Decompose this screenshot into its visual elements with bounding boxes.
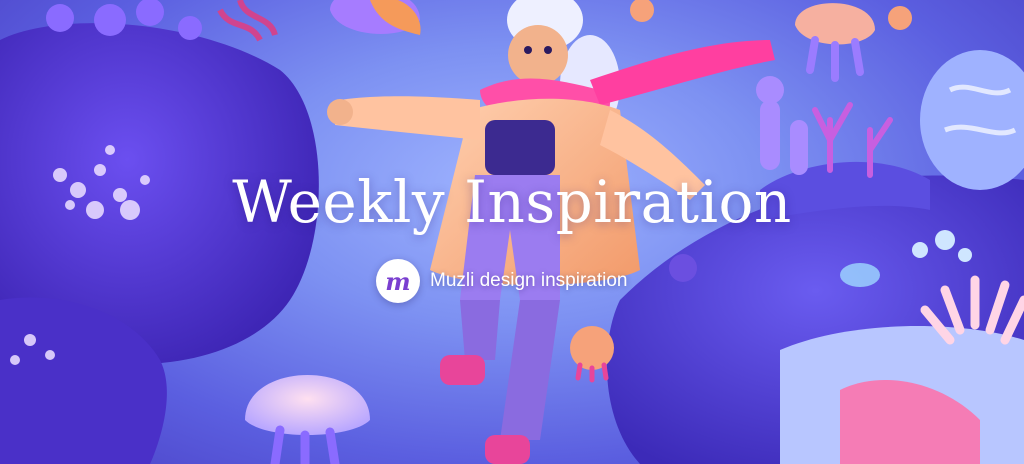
right-rocks <box>606 50 1024 464</box>
jellyfish-top <box>330 0 421 35</box>
bubble <box>669 254 697 282</box>
page-title: Weekly Inspiration <box>232 168 792 236</box>
brand-name: Muzli design inspiration <box>430 270 628 291</box>
muzli-logo-icon: m <box>376 259 420 303</box>
jellyfish-bottom-left <box>245 375 370 464</box>
hero-banner: Weekly Inspiration m Muzli design inspir… <box>0 0 1024 464</box>
brand-badge[interactable]: m Muzli design inspiration <box>376 258 628 304</box>
jellyfish-right <box>795 3 875 82</box>
